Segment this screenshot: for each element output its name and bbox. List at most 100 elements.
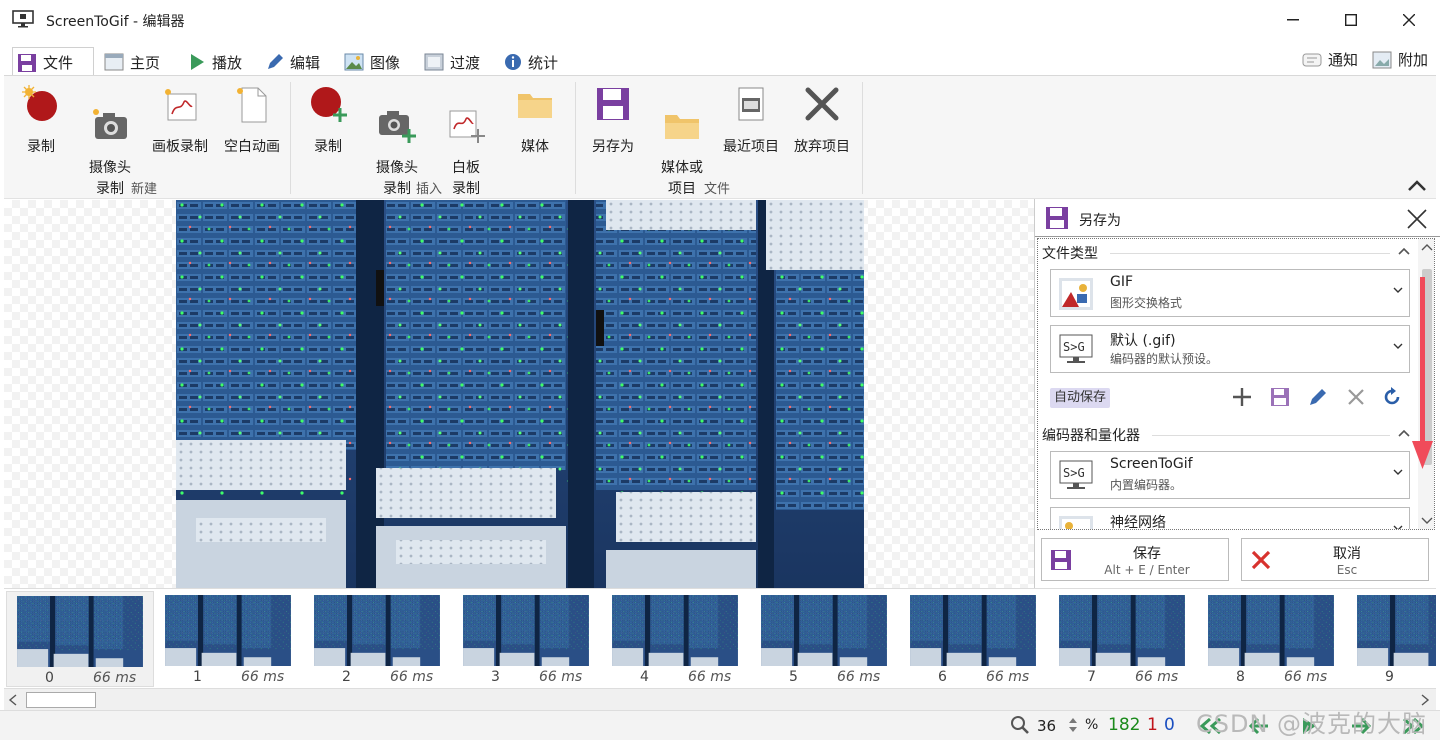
maximize-button[interactable] <box>1328 6 1374 34</box>
tab-edit[interactable]: 编辑 <box>262 48 320 76</box>
frame-index: 5 <box>789 669 798 685</box>
pencil-icon <box>268 54 283 69</box>
tab-transition[interactable]: 过渡 <box>420 48 480 76</box>
tab-statistics[interactable]: 统计 <box>500 48 558 76</box>
maximize-icon <box>1345 14 1357 26</box>
edit-preset-icon[interactable] <box>1308 387 1328 407</box>
group-separator <box>575 82 576 194</box>
ribbon: 录制 摄像头 录制 画板录制 空白动画 新建 录制 摄像头 录制 白板 录制 媒… <box>4 75 1436 199</box>
board-add-icon <box>449 110 485 143</box>
frame-thumbnail[interactable]: 0 66 ms <box>6 591 154 687</box>
autosave-badge[interactable]: 自动保存 <box>1050 388 1111 408</box>
chevron-up-icon[interactable] <box>1398 429 1410 437</box>
tab-label: 统计 <box>528 53 559 72</box>
frame-thumbnail[interactable]: 1 66 ms <box>155 591 303 687</box>
group-separator <box>862 82 863 194</box>
close-button[interactable] <box>1386 6 1432 34</box>
scroll-down-icon[interactable] <box>1421 517 1433 525</box>
cancel-button[interactable]: 取消 Esc <box>1241 538 1429 581</box>
discard-project-button[interactable]: 放弃项目 <box>787 84 857 158</box>
tab-extras[interactable]: 附加 <box>1372 49 1428 70</box>
tab-home[interactable]: 主页 <box>100 48 160 76</box>
scroll-up-icon[interactable] <box>1421 243 1433 251</box>
frame-delay: 66 ms <box>986 669 1030 685</box>
folder-icon <box>518 94 552 118</box>
frame-preview <box>176 200 864 588</box>
encoder-dropdown[interactable]: S>G ScreenToGif 内置编码器。 <box>1050 451 1410 499</box>
zoom-stepper-icon[interactable] <box>1068 716 1078 734</box>
frame-delay: 66 ms <box>539 669 583 685</box>
frame-image <box>1208 595 1334 666</box>
frame-thumbnail[interactable]: 9 <box>1347 591 1436 687</box>
blank-animation-button[interactable]: 空白动画 <box>216 84 288 158</box>
panel-body: 文件类型 GIF 图形交换格式 S>G 默认 (.gif) 编码器的默认预设。 … <box>1037 238 1435 530</box>
chevron-down-icon <box>1393 525 1403 529</box>
frame-index: 0 <box>45 670 54 686</box>
scroll-thumb[interactable] <box>26 692 96 708</box>
add-preset-icon[interactable] <box>1232 387 1252 407</box>
frame-thumbnail[interactable]: 2 66 ms <box>304 591 452 687</box>
button-label: 空白动画 <box>224 139 280 155</box>
frame-index: 8 <box>1236 669 1245 685</box>
frame-thumbnail[interactable]: 4 66 ms <box>602 591 750 687</box>
section-title-file-type: 文件类型 <box>1042 246 1098 262</box>
panel-title: 另存为 <box>1079 213 1121 229</box>
tab-play[interactable]: 播放 <box>184 48 242 76</box>
recent-projects-button[interactable]: 最近项目 <box>716 84 786 158</box>
frame-thumbnail[interactable]: 8 66 ms <box>1198 591 1346 687</box>
minimize-button[interactable] <box>1270 6 1316 34</box>
quantizer-name: 神经网络 <box>1110 515 1166 530</box>
button-label: 录制 <box>27 139 55 155</box>
save-button[interactable]: 保存 Alt + E / Enter <box>1041 538 1229 581</box>
tab-notifications[interactable]: 通知 <box>1302 49 1358 70</box>
tab-label: 文件 <box>43 54 74 72</box>
encoder-preset-icon: S>G <box>1059 334 1093 363</box>
tab-label: 过渡 <box>450 53 481 72</box>
preset-dropdown[interactable]: S>G 默认 (.gif) 编码器的默认预设。 <box>1050 325 1410 373</box>
save-icon <box>18 53 36 72</box>
editor-canvas[interactable] <box>4 200 1034 588</box>
chevron-up-icon[interactable] <box>1398 247 1410 255</box>
zoom-value[interactable]: 36 <box>1037 717 1056 735</box>
insert-media-button[interactable]: 媒体 <box>500 84 570 158</box>
frame-image <box>910 595 1036 666</box>
frame-thumbnail[interactable]: 5 66 ms <box>751 591 899 687</box>
selected-frames: 1 <box>1147 715 1158 735</box>
tab-image[interactable]: 图像 <box>340 48 400 76</box>
record-button[interactable]: 录制 <box>6 84 76 158</box>
scroll-left-icon[interactable] <box>8 694 18 706</box>
total-frames: 182 <box>1108 715 1141 735</box>
frame-strip: 0 66 ms 1 66 ms 2 66 ms 3 66 ms 4 66 ms … <box>4 588 1436 688</box>
tab-file[interactable]: 文件 <box>12 47 94 77</box>
save-preset-icon[interactable] <box>1270 387 1290 407</box>
reset-preset-icon[interactable] <box>1382 387 1402 407</box>
tab-label: 图像 <box>370 53 401 72</box>
frame-image <box>314 595 440 666</box>
save-as-button[interactable]: 另存为 <box>578 84 648 158</box>
save-button-shortcut: Alt + E / Enter <box>1104 563 1190 577</box>
delete-preset-icon[interactable] <box>1346 387 1366 407</box>
quantizer-dropdown[interactable]: 神经网络 <box>1050 507 1410 530</box>
frame-delay: 66 ms <box>1284 669 1328 685</box>
frame-thumbnail[interactable]: 3 66 ms <box>453 591 601 687</box>
collapse-ribbon-icon[interactable] <box>1407 180 1427 192</box>
frame-delay: 66 ms <box>1135 669 1179 685</box>
divider <box>1110 253 1390 254</box>
svg-text:S>G: S>G <box>1063 466 1085 480</box>
board-record-button[interactable]: 画板录制 <box>144 84 216 158</box>
info-icon <box>505 54 521 70</box>
cancel-button-shortcut: Esc <box>1336 563 1358 577</box>
record-add-icon <box>311 87 347 122</box>
insert-record-button[interactable]: 录制 <box>293 84 363 158</box>
camera-add-icon <box>379 111 416 143</box>
panel-header: 另存为 <box>1035 199 1440 237</box>
tab-label: 通知 <box>1328 51 1359 69</box>
close-panel-icon[interactable] <box>1407 209 1427 229</box>
image-icon <box>344 53 364 71</box>
preset-desc: 编码器的默认预设。 <box>1110 352 1219 366</box>
frame-thumbnail[interactable]: 7 66 ms <box>1049 591 1197 687</box>
file-type-dropdown[interactable]: GIF 图形交换格式 <box>1050 269 1410 317</box>
frame-image <box>463 595 589 666</box>
save-icon <box>597 88 629 120</box>
frame-thumbnail[interactable]: 6 66 ms <box>900 591 1048 687</box>
